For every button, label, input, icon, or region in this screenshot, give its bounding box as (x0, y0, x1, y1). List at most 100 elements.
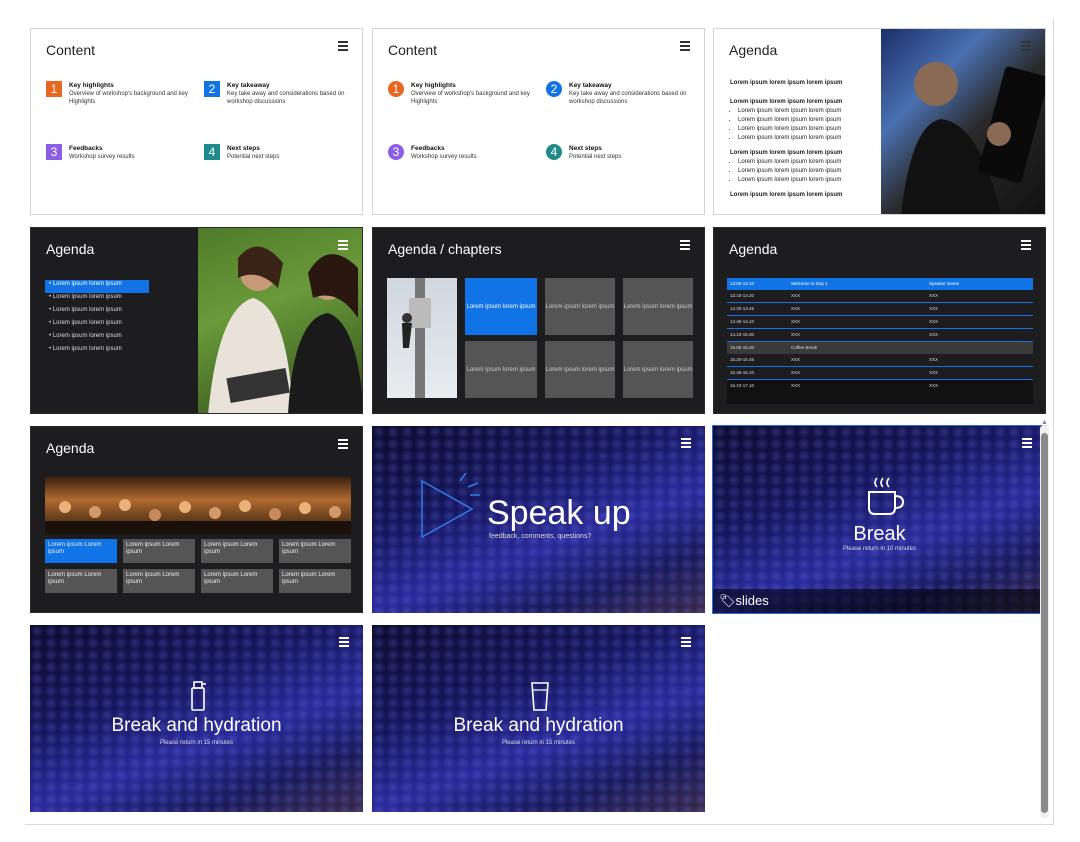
slide-thumbnail-11[interactable]: Break and hydration Please return in 15 … (372, 625, 705, 812)
list-item: • Lorem ipsum lorem ipsum (49, 333, 122, 339)
crowd-photo (45, 477, 351, 534)
slide-thumbnail-10[interactable]: Break and hydration Please return in 15 … (30, 625, 363, 812)
brand-logo-icon (1021, 240, 1031, 256)
slide-title: Break and hydration (111, 715, 282, 736)
table-row: 13.45-14.10 XXX XXX (727, 316, 1033, 329)
agenda-tile[interactable]: Lorem ipsum Lorem ipsum (45, 569, 117, 593)
slide-title: Agenda (729, 42, 778, 58)
slide-title: Break and hydration (453, 715, 624, 736)
item-heading: Key highlights (411, 82, 456, 89)
slide-thumbnail-6[interactable]: Agenda 13:00-13.10 Welcome to Day 1 Speake… (713, 227, 1046, 414)
slide-thumbnail-3[interactable]: Agenda Lorem ipsum lorem ipsum lorem ips… (713, 28, 1046, 215)
list-item: • Lorem ipsum lorem ipsum (45, 280, 149, 293)
table-row: 15.45-16.10 XXX XXX (727, 367, 1033, 380)
item-body: Workshop survey results (411, 154, 477, 160)
slide-thumbnail-2[interactable]: Content 1 Key highlights Overview of work… (372, 28, 705, 215)
number-badge: 1 (388, 81, 404, 97)
vertical-scrollbar[interactable]: ▲ (1040, 419, 1049, 818)
slide-title: Content (388, 42, 438, 58)
slide-title: Speak up (487, 494, 631, 532)
scroll-up-arrow-icon[interactable]: ▲ (1041, 419, 1048, 426)
chapter-tile[interactable]: Lorem ipsum lorem ipsum (545, 341, 615, 398)
tower-climber-photo (387, 278, 457, 398)
item-heading: Next steps (569, 145, 602, 152)
brand-logo-icon (338, 240, 348, 256)
table-row: 15.00-15.20 Coffee Break (727, 342, 1033, 354)
table-row: 14.10-15.00 XXX XXX (727, 329, 1033, 342)
number-badge: 3 (46, 144, 62, 160)
tag-icon: 🏷 (719, 593, 736, 608)
agenda-list: • Lorem ipsum lorem ipsum • Lorem ipsum … (45, 280, 149, 358)
item-body: Potential next steps (569, 154, 622, 160)
scrollbar-thumb[interactable] (1041, 433, 1048, 813)
list-item: • Lorem ipsum lorem ipsum (49, 346, 122, 352)
chapter-tile[interactable]: Lorem ipsum lorem ipsum (623, 341, 693, 398)
play-icon (421, 472, 480, 539)
hexagon-pattern (713, 426, 1046, 613)
slide-title: Break (853, 523, 906, 545)
number-badge: 4 (546, 144, 562, 160)
slide-subtitle: Please return in 15 minutes (159, 740, 234, 746)
table-row: 13.10-13.20 XXX XXX (727, 290, 1033, 303)
item-heading: Next steps (227, 145, 260, 152)
slide-subtitle: Please return in 15 minutes (501, 740, 576, 746)
item-body: Key take away and considerations based o… (227, 91, 345, 105)
slide-title: Agenda (46, 440, 95, 456)
item-heading: Key highlights (69, 82, 114, 89)
item-body: Overview of workshop's background and ke… (69, 91, 188, 105)
table-row: 16.10-17.10 XXX XXX (727, 380, 1033, 392)
agenda-tile[interactable]: Lorem ipsum Lorem ipsum (45, 539, 117, 563)
item-heading: Key takeaway (227, 82, 270, 89)
chapter-tile[interactable]: Lorem ipsum lorem ipsum (465, 341, 537, 398)
list-item: • Lorem ipsum lorem ipsum (49, 320, 122, 326)
agenda-tile[interactable]: Lorem ipsum Lorem ipsum (279, 569, 351, 593)
agenda-tile[interactable]: Lorem ipsum Lorem ipsum (201, 569, 273, 593)
agenda-tile[interactable]: Lorem ipsum Lorem ipsum (201, 539, 273, 563)
coffee-cup-icon (868, 477, 905, 515)
brand-logo-icon (339, 637, 349, 653)
slide-thumbnail-8[interactable]: Speak up feedback, comments, questions? (372, 426, 705, 613)
item-body: Potential next steps (227, 154, 280, 160)
brand-logo-icon (1021, 41, 1031, 57)
slide-title: Agenda (46, 241, 95, 257)
slide-subtitle: feedback, comments, questions? (489, 533, 592, 540)
slide-caption-bar: 🏷slides (713, 589, 1046, 613)
slide-thumbnail-1[interactable]: Content 1 Key highlights Overview of work… (30, 28, 363, 215)
brand-logo-icon (680, 41, 690, 57)
glass-icon (531, 682, 549, 711)
slide-thumbnail-7[interactable]: Agenda Lorem ipsum Lorem ipsum Lorem ips… (30, 426, 363, 613)
item-heading: Key takeaway (569, 82, 612, 89)
slide-title: Agenda (729, 241, 778, 257)
list-item: • Lorem ipsum lorem ipsum (49, 307, 122, 313)
water-bottle-icon (191, 681, 206, 711)
chapter-tile[interactable]: Lorem ipsum lorem ipsum (623, 278, 693, 335)
slide-subtitle: Please return in 10 minutes (842, 546, 917, 552)
agenda-tile[interactable]: Lorem ipsum Lorem ipsum (279, 539, 351, 563)
number-badge: 2 (546, 81, 562, 97)
brand-logo-icon (681, 438, 691, 454)
brand-logo-icon (338, 41, 348, 57)
item-body: Workshop survey results (69, 154, 135, 160)
table-row: 13:00-13.10 Welcome to Day 1 Speaker Name (727, 278, 1033, 290)
agenda-table: 13:00-13.10 Welcome to Day 1 Speaker Name … (727, 278, 1033, 404)
agenda-text: Lorem ipsum lorem ipsum lorem ipsum Lore… (730, 79, 890, 200)
number-badge: 4 (204, 144, 220, 160)
table-row: 13.20-13.45 XXX XXX (727, 303, 1033, 316)
item-heading: Feedbacks (69, 145, 103, 152)
agenda-tile[interactable]: Lorem ipsum Lorem ipsum (123, 539, 195, 563)
slide-title: Agenda / chapters (388, 241, 502, 257)
agenda-tile[interactable]: Lorem ipsum Lorem ipsum (123, 569, 195, 593)
list-item: • Lorem ipsum lorem ipsum (49, 294, 122, 300)
item-heading: Feedbacks (411, 145, 445, 152)
brand-logo-icon (338, 439, 348, 455)
item-body: Overview of workshop's background and ke… (411, 91, 530, 105)
number-badge: 1 (46, 81, 62, 97)
slide-thumbnail-9[interactable]: Break Please return in 10 minutes 🏷slide… (712, 425, 1047, 614)
slide-thumbnail-5[interactable]: Agenda / chapters Lorem ipsum lorem ipsu… (372, 227, 705, 414)
chapter-tile[interactable]: Lorem ipsum lorem ipsum (545, 278, 615, 335)
slide-thumbnail-4[interactable]: Agenda • Lorem ipsum lorem ipsum • Lorem… (30, 227, 363, 414)
table-row (727, 392, 1033, 404)
chapter-tile[interactable]: Lorem ipsum lorem ipsum (465, 278, 537, 335)
brand-logo-icon (681, 637, 691, 653)
brand-logo-icon (680, 240, 690, 256)
